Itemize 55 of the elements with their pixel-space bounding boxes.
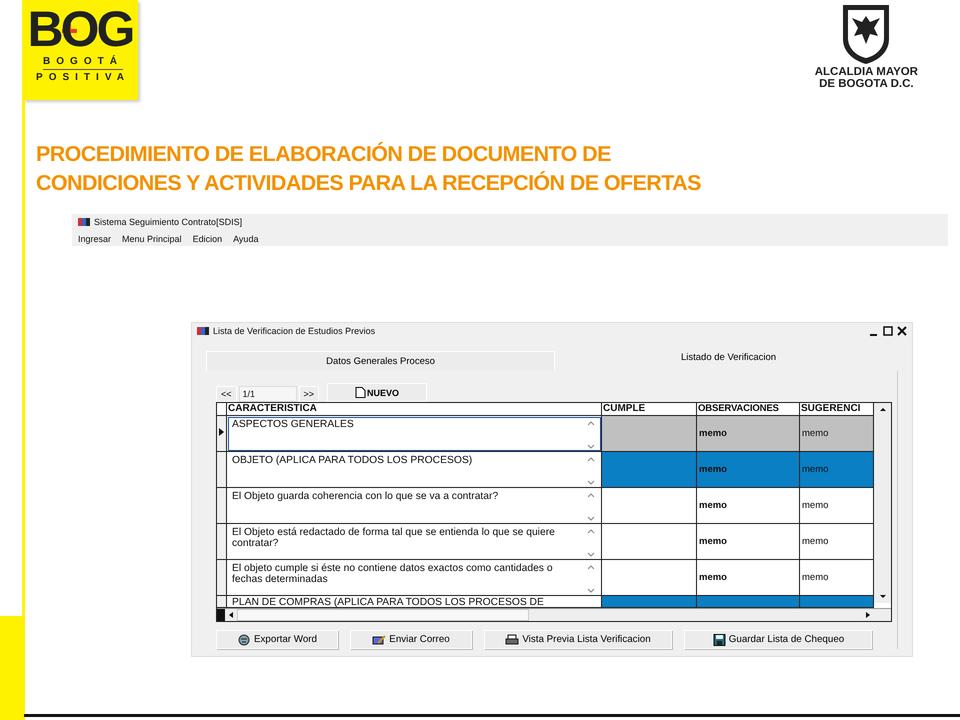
table-cell-text: El Objeto guarda coherencia con lo que se va a contratar? xyxy=(232,491,500,504)
tab[interactable]: Listado de Verificacion xyxy=(555,349,902,371)
maximize-icon[interactable] xyxy=(883,326,893,336)
dialog-title: Lista de Verificacion de Estudios Previos xyxy=(213,326,376,336)
action-button[interactable]: Vista Previa Lista Verificacion xyxy=(484,630,672,649)
table-cell-text: PLAN DE COMPRAS (APLICA PARA TODOS LOS PROCESOS DE xyxy=(232,597,545,607)
table-cell-text: OBJETO (APLICA PARA TODOS LOS PROCESOS) xyxy=(232,455,474,468)
row-header-cell[interactable] xyxy=(217,452,227,488)
page-title: CONDICIONES Y ACTIVIDADES PARA LA RECEPCIÓN DE OFERTAS xyxy=(36,171,701,195)
menu-item[interactable]: Menu Principal xyxy=(122,234,182,244)
menu-item[interactable]: Ingresar xyxy=(78,234,112,244)
menu-item[interactable]: Ayuda xyxy=(233,234,258,244)
scroll-down-icon[interactable] xyxy=(585,442,597,451)
new-button[interactable]: NUEVO xyxy=(327,383,428,402)
record-marker xyxy=(217,609,225,621)
close-icon[interactable] xyxy=(897,326,907,336)
table-cell: memo xyxy=(800,524,874,560)
tab[interactable]: Datos Generales Proceso xyxy=(206,351,555,371)
action-button[interactable]: Exportar Word xyxy=(216,630,338,649)
scrollbar-thumb[interactable] xyxy=(237,609,529,621)
page-field[interactable]: 1/1 xyxy=(238,386,297,402)
table-cell: memo xyxy=(697,416,800,452)
table-cell: memo xyxy=(800,488,874,524)
crest-caption: ALCALDIA MAYOR xyxy=(814,66,918,78)
action-button[interactable]: Enviar Correo xyxy=(350,630,472,649)
row-header-cell[interactable] xyxy=(217,488,227,524)
app-icon xyxy=(197,326,209,336)
next-page-button[interactable]: >> xyxy=(298,386,320,402)
table-cell: memo xyxy=(697,488,800,524)
crest-caption: DE BOGOTA D.C. xyxy=(819,78,914,90)
menu-item[interactable]: Edicion xyxy=(192,234,222,244)
table-cell: memo xyxy=(800,416,874,452)
globe-icon xyxy=(237,634,251,646)
table-cell-text: El Objeto está redactado de forma tal que se entienda lo que se quiere contratar? xyxy=(232,527,556,551)
document-icon xyxy=(355,387,366,398)
page-title: PROCEDIMIENTO DE ELABORACIÓN DE DOCUMENTO DE xyxy=(36,142,611,166)
table-cell-text: ASPECTOS GENERALES xyxy=(232,419,355,432)
app-icon xyxy=(78,217,90,227)
window-title: Sistema Seguimiento Contrato[SDIS] xyxy=(94,217,242,227)
table-cell: memo xyxy=(697,452,800,488)
logo-line: BOGOTÁ xyxy=(43,56,123,70)
table-cell: memo xyxy=(800,452,874,488)
row-header-cell[interactable] xyxy=(217,416,227,452)
pencil-envelope-icon xyxy=(372,634,386,646)
row-header-cell[interactable] xyxy=(217,560,227,596)
first-page-button[interactable]: << xyxy=(216,386,237,402)
row-header-cell[interactable] xyxy=(217,524,227,560)
column-header[interactable]: CARACTERISTICA xyxy=(227,403,602,416)
vertical-scrollbar[interactable] xyxy=(874,403,891,603)
table-cell-text: El objeto cumple si éste no contiene datos exactos como cantidades o fechas determinadas xyxy=(232,563,554,587)
logo-line: POSITIVA xyxy=(36,72,130,83)
action-button[interactable]: Guardar Lista de Chequeo xyxy=(684,630,872,649)
row-header-cell[interactable] xyxy=(217,596,227,608)
printer-icon xyxy=(505,634,520,646)
table-cell: memo xyxy=(697,524,800,560)
